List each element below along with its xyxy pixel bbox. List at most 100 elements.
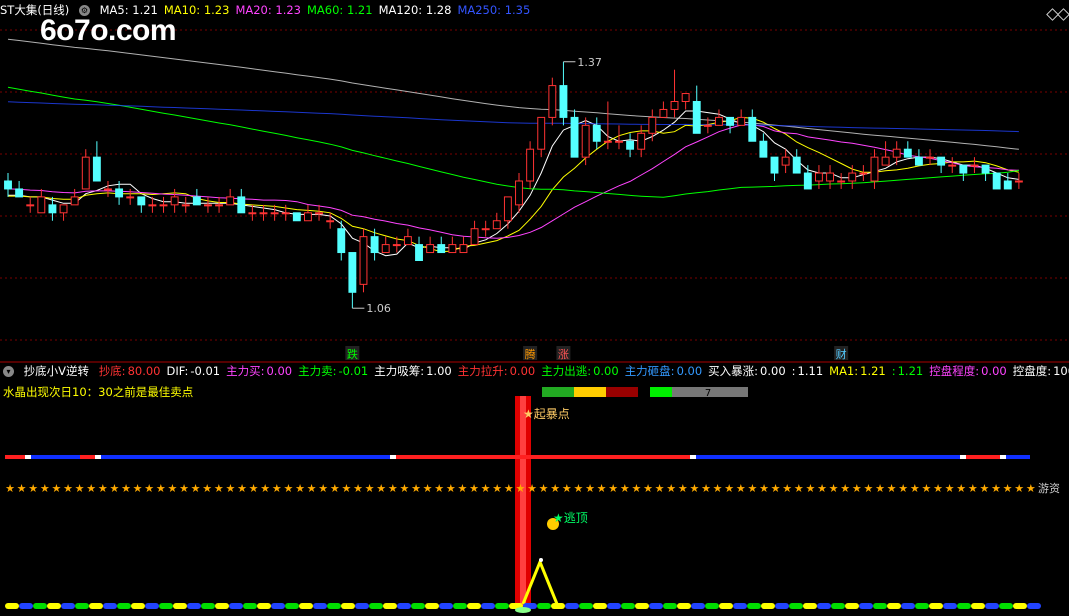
star-mark: ★ [1014,482,1024,495]
star-mark: ★ [991,482,1001,495]
star-mark: ★ [434,482,444,495]
status-segment-2 [606,387,638,397]
candle-body [270,212,279,215]
indicator-item-13: 控盘度:100.00 [1012,364,1069,378]
bottom-band-seg [635,603,649,609]
bottom-band-seg [607,603,621,609]
star-mark: ★ [585,482,595,495]
star-mark: ★ [631,482,641,495]
candle-body [281,212,290,215]
candle-body [259,212,268,215]
bottom-band-seg [971,603,985,609]
candle-body [15,188,24,198]
candle-body [848,172,857,182]
band-red-1 [80,455,95,459]
band-white-4 [960,455,966,459]
candle-body [814,172,823,182]
bottom-band-seg [985,603,999,609]
bottom-band-seg [75,603,89,609]
bottom-band-seg [187,603,201,609]
candle-body [570,116,579,158]
band-white-5 [1000,455,1006,459]
star-mark: ★ [51,482,61,495]
bottom-band-seg [397,603,411,609]
bottom-band-seg [803,603,817,609]
star-mark: ★ [63,482,73,495]
bottom-band-seg [663,603,677,609]
ma-line-250 [7,101,1019,133]
bottom-band-seg [705,603,719,609]
star-mark: ★ [608,482,618,495]
star-mark: ★ [1003,482,1013,495]
star-mark: ★ [562,482,572,495]
bottom-band-seg [243,603,257,609]
ma-line-20 [7,124,1019,239]
candle-body [326,220,335,223]
candle-body [903,148,912,158]
bottom-band-seg [103,603,117,609]
star-mark: ★ [945,482,955,495]
candle-body [192,196,201,206]
peak-dot [539,558,543,562]
bottom-band-seg [173,603,187,609]
candle-body [503,196,512,222]
star-mark: ★ [875,482,885,495]
low-label: 1.06 [366,302,391,315]
candle-body [826,172,834,182]
indicator-item-4: 主力吸筹: 1.00 [374,364,452,378]
star-mark: ★ [956,482,966,495]
candle-body [692,101,701,134]
candle-body [715,116,723,126]
star-mark: ★ [202,482,212,495]
candle-body [381,244,390,254]
candle-body [48,204,57,214]
bottom-band-seg [649,603,663,609]
candle-body [581,124,590,158]
indicator-item-3: 主力卖: -0.01 [298,364,369,378]
indicator-item-11: :1.21 [891,364,924,378]
star-mark: ★ [388,482,398,495]
candle-body [792,156,801,174]
star-mark: ★ [283,482,293,495]
star-mark: ★ [75,482,85,495]
indicator-title[interactable]: 抄底小V逆转 [24,364,89,378]
candle-body [237,196,246,214]
candle-body [248,212,257,215]
bottom-band-seg [621,603,635,609]
bottom-band-seg [383,603,397,609]
star-mark: ★ [898,482,908,495]
candle-body [937,156,946,166]
bottom-band-seg [285,603,299,609]
bottom-band-seg [201,603,215,609]
chart-canvas: 1.371.06跌腾涨财7★起暴点★ ★ ★ ★ ★ ★ ★ ★ ★ ★ ★ ★ ★ ★ ★ ★ ★ ★ ★ ★ ★ ★ ★… [0,29,1069,613]
bottom-band-seg [411,603,425,609]
bottom-band-seg [481,603,495,609]
candle-body [159,204,168,207]
indicator-item-10: MA1: 1.21 [829,364,886,378]
candle-body [470,228,479,246]
candle-body [637,132,646,150]
ma-label-3: MA60: 1.21 [307,3,373,17]
indicator-settings-circle-icon[interactable]: ▾ [3,366,14,377]
high-label: 1.37 [577,56,602,69]
status-segment-0 [542,387,574,397]
bottom-band-seg [215,603,229,609]
bottom-band-seg [915,603,929,609]
star-mark: ★ [550,482,560,495]
bottom-band-seg [551,603,565,609]
candle-body [337,228,346,254]
star-mark: ★ [109,482,119,495]
star-mark: ★ [921,482,931,495]
star-mark: ★ [527,482,537,495]
bottom-band-seg [789,603,803,609]
star-mark: ★ [423,482,433,495]
star-mark: ★ [411,482,421,495]
candle-body [92,156,101,182]
candle-body [948,164,957,167]
star-mark: ★ [121,482,131,495]
star-mark: ★ [782,482,792,495]
star-mark: ★ [469,482,479,495]
candle-body [914,156,923,166]
bottom-band-seg [271,603,285,609]
bottom-band-seg [845,603,859,609]
